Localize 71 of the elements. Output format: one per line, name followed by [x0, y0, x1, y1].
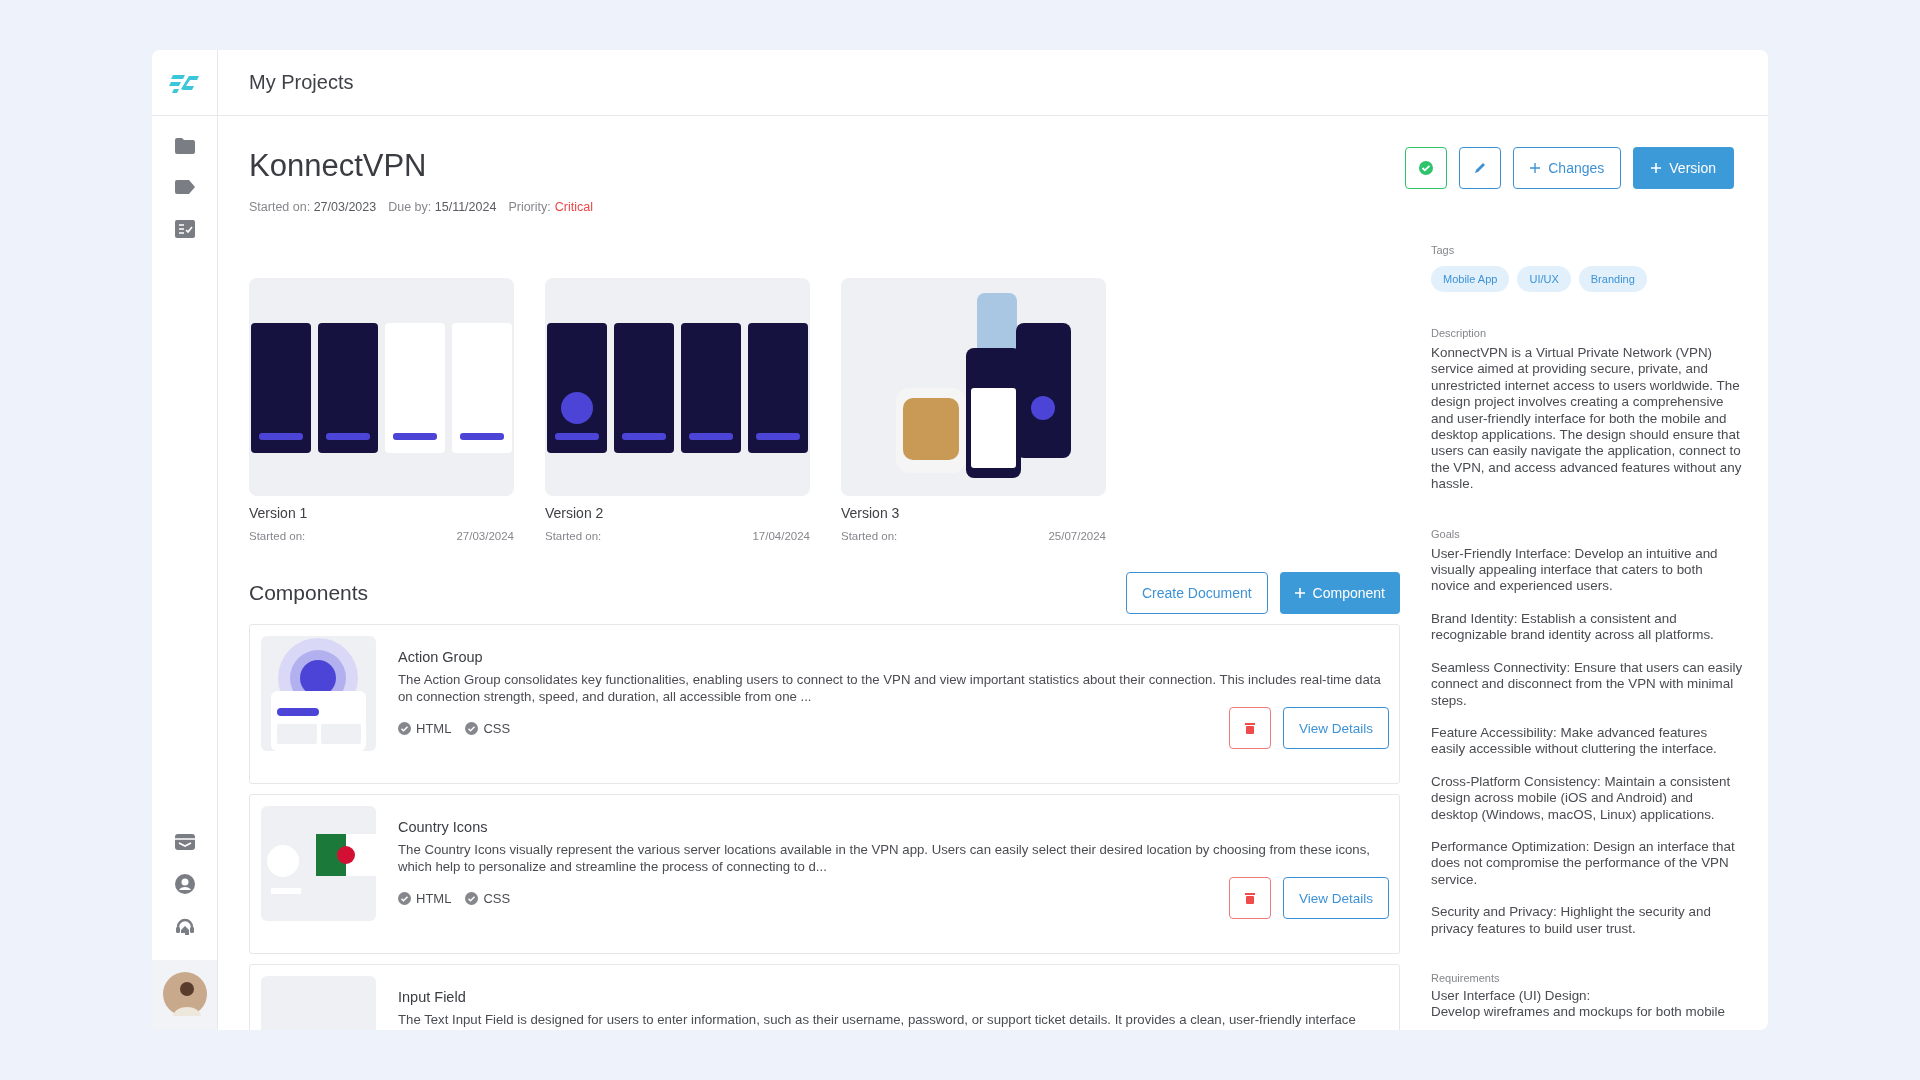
- goal-text: Security and Privacy: Highlight the security and privacy features to build user trust.: [1431, 904, 1712, 937]
- component-description: The Country Icons visually represent the various server locations available in the VPN app. Users can easily select their desired location by choosing from these icons, which help to personalize and streamline the process of connecting to d...: [398, 842, 1371, 875]
- priority-label: Priority:: [508, 200, 551, 214]
- started-label: Started on:: [545, 530, 602, 542]
- view-details-button[interactable]: View Details: [1282, 877, 1389, 919]
- page-title: My Projects: [249, 71, 354, 94]
- check-icon: [1418, 160, 1435, 176]
- create-document-button[interactable]: Create Document: [1125, 572, 1268, 614]
- goal-text: Performance Optimization: Design an interface that does not compromise the performance of the VPN service.: [1431, 838, 1736, 889]
- priority-value: Critical: [554, 200, 593, 214]
- plus-icon: [1651, 163, 1662, 173]
- component-description: The Action Group consolidates key functionalities, enabling users to connect to the VPN and view important statistics about their connection. This includes real-time data on connection strength, speed, and duration, all accessible from one ...: [398, 672, 1382, 705]
- component-name: Action Group: [398, 649, 484, 665]
- plus-icon: [1294, 588, 1305, 598]
- started-label: Started on:: [841, 530, 898, 542]
- tech-label: CSS: [483, 720, 511, 736]
- goal-text: Brand Identity: Establish a consistent and recognizable brand identity across all platforms.: [1431, 610, 1715, 644]
- start-date: 17/04/2024: [752, 530, 810, 542]
- folder-icon[interactable]: [174, 138, 195, 154]
- requirements-label: Requirements: [1431, 971, 1501, 984]
- tech-label: CSS: [483, 890, 511, 906]
- tag-icon[interactable]: [174, 180, 195, 194]
- component-name: Country Icons: [398, 819, 489, 835]
- goal-text: Feature Accessibility: Make advanced features easily accessible without cluttering the interface.: [1431, 724, 1718, 758]
- approve-button[interactable]: [1405, 147, 1448, 189]
- plus-icon: [1530, 163, 1541, 173]
- component-name: Input Field: [398, 989, 467, 1005]
- trash-icon: [1244, 722, 1255, 734]
- pencil-icon: [1473, 161, 1488, 175]
- section-title: Components: [249, 581, 369, 605]
- avatar[interactable]: [162, 972, 207, 1016]
- start-date: Started on: 27/03/2023: [249, 200, 377, 214]
- project-title: KonnectVPN: [249, 148, 428, 184]
- tech-label: HTML: [416, 890, 452, 906]
- tag[interactable]: Branding: [1578, 266, 1647, 292]
- check-icon: [465, 721, 479, 735]
- check-icon: [398, 891, 411, 905]
- tag[interactable]: Mobile App: [1431, 266, 1510, 292]
- due-date: Due by: 15/11/2024: [388, 200, 497, 214]
- add-changes-button[interactable]: Changes: [1513, 147, 1622, 189]
- goals-label: Goals: [1431, 527, 1461, 540]
- check-icon: [465, 891, 479, 905]
- goal-text: User-Friendly Interface: Develop an intuitive and visually appealing interface that caters to both novice and experienced users.: [1431, 545, 1719, 595]
- view-details-button[interactable]: View Details: [1282, 707, 1389, 749]
- edit-button[interactable]: [1459, 147, 1502, 189]
- checklist-icon[interactable]: [174, 220, 195, 238]
- check-icon: [398, 721, 411, 735]
- version-title: Version 3: [841, 505, 901, 521]
- trash-icon: [1244, 892, 1255, 904]
- delete-button[interactable]: [1228, 707, 1271, 749]
- user-icon[interactable]: [174, 874, 195, 894]
- add-component-button[interactable]: Component: [1279, 572, 1400, 614]
- component-description: The Text Input Field is designed for users to enter information, such as their username, password, or support ticket details. It provides a clean, user-friendly interface: [398, 1012, 1357, 1029]
- tag[interactable]: UI/UX: [1517, 266, 1571, 292]
- requirement-text: Develop wireframes and mockups for both mobile: [1431, 1004, 1726, 1021]
- add-version-button[interactable]: Version: [1633, 147, 1734, 189]
- card-icon[interactable]: [174, 834, 195, 850]
- delete-button[interactable]: [1228, 877, 1271, 919]
- support-icon[interactable]: [174, 918, 195, 936]
- description-label: Description: [1431, 327, 1488, 339]
- goal-text: Cross-Platform Consistency: Maintain a consistent design across mobile (iOS and Android) and desktop (Windows, macOS, Linux) applications.: [1431, 773, 1732, 823]
- version-title: Version 1: [249, 505, 309, 521]
- requirement-text: User Interface (UI) Design:: [1431, 987, 1592, 1005]
- start-date: 25/07/2024: [1048, 530, 1106, 542]
- started-label: Started on:: [249, 530, 306, 542]
- version-title: Version 2: [545, 505, 605, 521]
- tags-label: Tags: [1431, 244, 1456, 256]
- tech-label: HTML: [416, 720, 452, 736]
- description-text: KonnectVPN is a Virtual Private Network (VPN) service aimed at providing secure, private, and unrestricted internet access to users worldwide. The design project involves creating a comprehensive and user-friendly interface for both the mobile and desktop applications. The design should ensure that users can easily navigate the application, connect to the VPN, and access advanced features without any hassle.: [1431, 345, 1743, 493]
- goal-text: Seamless Connectivity: Ensure that users can easily connect and disconnect from the VPN with minimal steps.: [1431, 659, 1743, 709]
- start-date: 27/03/2024: [456, 530, 514, 542]
